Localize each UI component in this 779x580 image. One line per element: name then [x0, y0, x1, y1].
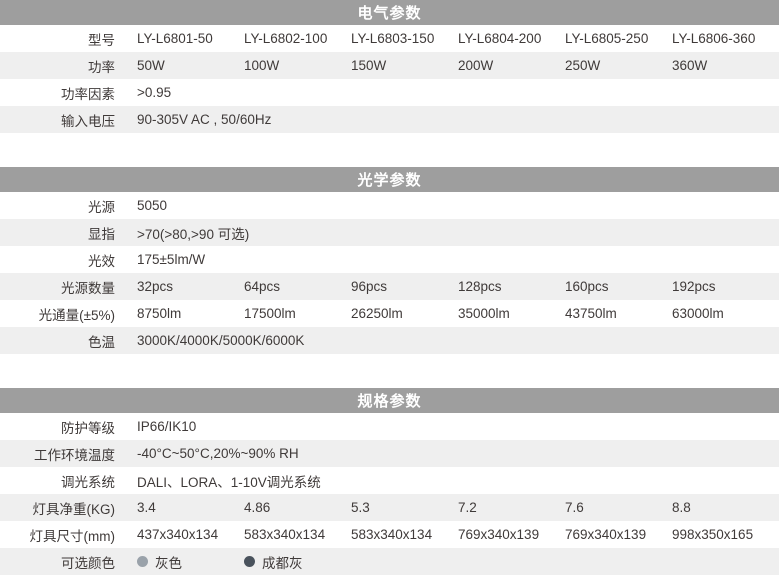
color-swatch-chengdu-gray-label: 成都灰 [262, 552, 303, 572]
table-row-optional-colors: 可选颜色 灰色 成都灰 [0, 548, 779, 575]
electrical-parameters-table: 电气参数 型号 LY-L6801-50 LY-L6802-100 LY-L680… [0, 0, 779, 133]
cell-led-quantity-6: 192pcs [672, 279, 779, 294]
table-row-net-weight: 灯具净重(KG) 3.4 4.86 5.3 7.2 7.6 8.8 [0, 494, 779, 521]
table-row-model: 型号 LY-L6801-50 LY-L6802-100 LY-L6803-150… [0, 25, 779, 52]
cell-input-voltage: 90-305V AC , 50/60Hz [137, 112, 779, 127]
gray-color-dot-icon [137, 556, 148, 567]
cell-net-weight-6: 8.8 [672, 500, 779, 515]
table-row-operating-temperature: 工作环境温度 -40°C~50°C,20%~90% RH [0, 440, 779, 467]
specification-parameters-table: 规格参数 防护等级 IP66/IK10 工作环境温度 -40°C~50°C,20… [0, 388, 779, 575]
color-swatch-gray: 灰色 [137, 552, 244, 572]
cell-luminous-flux-2: 17500lm [244, 306, 351, 321]
cell-dimensions-3: 583x340x134 [351, 527, 458, 542]
section-title-optical: 光学参数 [0, 167, 779, 192]
table-row-protection-rating: 防护等级 IP66/IK10 [0, 413, 779, 440]
cell-power-2: 100W [244, 58, 351, 73]
row-label-luminous-flux: 光通量(±5%) [0, 304, 137, 324]
cell-power-factor: >0.95 [137, 85, 779, 100]
cell-led-quantity-1: 32pcs [137, 279, 244, 294]
cell-power-6: 360W [672, 58, 779, 73]
color-swatch-chengdu-gray: 成都灰 [244, 552, 351, 572]
cell-operating-temperature: -40°C~50°C,20%~90% RH [137, 446, 779, 461]
cell-light-source: 5050 [137, 198, 779, 213]
cell-cct: 3000K/4000K/5000K/6000K [137, 333, 779, 348]
cell-model-4: LY-L6804-200 [458, 31, 565, 46]
cell-power-1: 50W [137, 58, 244, 73]
cell-net-weight-2: 4.86 [244, 500, 351, 515]
table-row-cri: 显指 >70(>80,>90 可选) [0, 219, 779, 246]
cell-dimensions-6: 998x350x165 [672, 527, 779, 542]
cell-luminous-flux-4: 35000lm [458, 306, 565, 321]
cell-power-5: 250W [565, 58, 672, 73]
table-row-luminous-flux: 光通量(±5%) 8750lm 17500lm 26250lm 35000lm … [0, 300, 779, 327]
row-label-led-quantity: 光源数量 [0, 277, 137, 297]
cell-protection-rating: IP66/IK10 [137, 419, 779, 434]
table-row-cct: 色温 3000K/4000K/5000K/6000K [0, 327, 779, 354]
row-label-cct: 色温 [0, 331, 137, 351]
cell-luminous-flux-5: 43750lm [565, 306, 672, 321]
table-row-light-source: 光源 5050 [0, 192, 779, 219]
table-row-power: 功率 50W 100W 150W 200W 250W 360W [0, 52, 779, 79]
cell-net-weight-5: 7.6 [565, 500, 672, 515]
cell-cri: >70(>80,>90 可选) [137, 223, 779, 243]
section-title-electrical: 电气参数 [0, 0, 779, 25]
cell-power-4: 200W [458, 58, 565, 73]
cell-model-5: LY-L6805-250 [565, 31, 672, 46]
row-label-protection-rating: 防护等级 [0, 417, 137, 437]
table-row-power-factor: 功率因素 >0.95 [0, 79, 779, 106]
color-swatch-gray-label: 灰色 [155, 552, 182, 572]
cell-model-1: LY-L6801-50 [137, 31, 244, 46]
row-label-net-weight: 灯具净重(KG) [0, 498, 137, 518]
table-row-dimming-system: 调光系统 DALI、LORA、1-10V调光系统 [0, 467, 779, 494]
row-label-power-factor: 功率因素 [0, 83, 137, 103]
cell-led-quantity-3: 96pcs [351, 279, 458, 294]
row-label-dimming-system: 调光系统 [0, 471, 137, 491]
cell-dimensions-5: 769x340x139 [565, 527, 672, 542]
cell-net-weight-1: 3.4 [137, 500, 244, 515]
row-label-cri: 显指 [0, 223, 137, 243]
cell-luminous-flux-3: 26250lm [351, 306, 458, 321]
row-label-operating-temperature: 工作环境温度 [0, 444, 137, 464]
cell-net-weight-3: 5.3 [351, 500, 458, 515]
table-row-led-quantity: 光源数量 32pcs 64pcs 96pcs 128pcs 160pcs 192… [0, 273, 779, 300]
cell-model-3: LY-L6803-150 [351, 31, 458, 46]
cell-efficacy: 175±5lm/W [137, 252, 779, 267]
dark-gray-color-dot-icon [244, 556, 255, 567]
cell-dimensions-4: 769x340x139 [458, 527, 565, 542]
table-row-efficacy: 光效 175±5lm/W [0, 246, 779, 273]
cell-led-quantity-5: 160pcs [565, 279, 672, 294]
cell-dimensions-1: 437x340x134 [137, 527, 244, 542]
cell-luminous-flux-1: 8750lm [137, 306, 244, 321]
row-label-optional-colors: 可选颜色 [0, 552, 137, 572]
cell-dimensions-2: 583x340x134 [244, 527, 351, 542]
table-row-dimensions: 灯具尺寸(mm) 437x340x134 583x340x134 583x340… [0, 521, 779, 548]
cell-dimming-system: DALI、LORA、1-10V调光系统 [137, 471, 779, 491]
cell-model-2: LY-L6802-100 [244, 31, 351, 46]
row-label-efficacy: 光效 [0, 250, 137, 270]
row-label-input-voltage: 输入电压 [0, 110, 137, 130]
cell-led-quantity-2: 64pcs [244, 279, 351, 294]
row-label-model: 型号 [0, 29, 137, 49]
cell-net-weight-4: 7.2 [458, 500, 565, 515]
cell-model-6: LY-L6806-360 [672, 31, 779, 46]
row-label-dimensions: 灯具尺寸(mm) [0, 525, 137, 545]
optical-parameters-table: 光学参数 光源 5050 显指 >70(>80,>90 可选) 光效 175±5… [0, 167, 779, 354]
table-row-input-voltage: 输入电压 90-305V AC , 50/60Hz [0, 106, 779, 133]
cell-led-quantity-4: 128pcs [458, 279, 565, 294]
row-label-power: 功率 [0, 56, 137, 76]
row-label-light-source: 光源 [0, 196, 137, 216]
section-title-specification: 规格参数 [0, 388, 779, 413]
cell-luminous-flux-6: 63000lm [672, 306, 779, 321]
cell-power-3: 150W [351, 58, 458, 73]
